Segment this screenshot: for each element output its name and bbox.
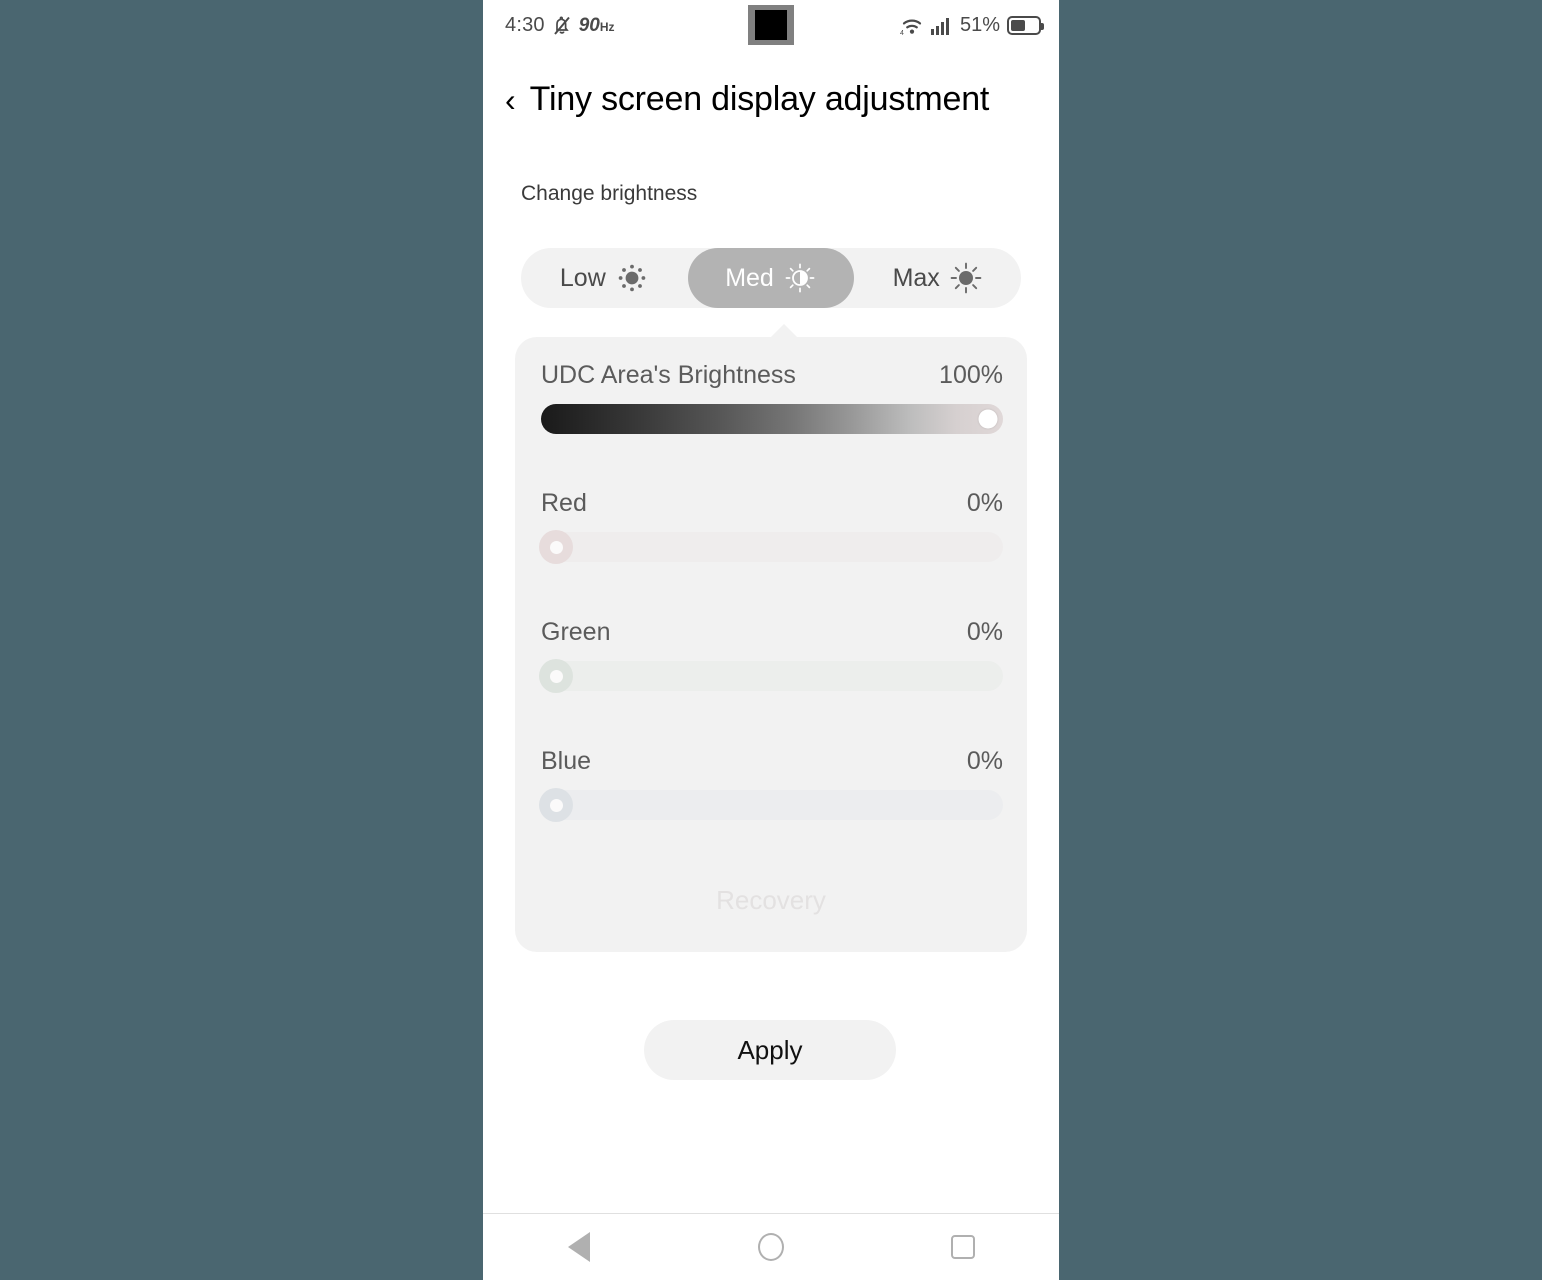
slider-header-green: Green 0% bbox=[541, 618, 1003, 647]
slider-header-red: Red 0% bbox=[541, 489, 1003, 518]
slider-value-red: 0% bbox=[966, 489, 1003, 517]
clock: 4:30 bbox=[505, 14, 545, 36]
battery-icon bbox=[1007, 16, 1044, 35]
desktop-background: 4:30 90Hz 4 51% ‹ Tiny screen display ad… bbox=[0, 0, 1542, 1280]
status-bar-right: 4 51% bbox=[900, 14, 1044, 37]
brightness-settings-card: UDC Area's Brightness 100% Red 0% Green bbox=[515, 324, 1027, 952]
recovery-button[interactable]: Recovery bbox=[515, 885, 1027, 916]
camera-lens bbox=[755, 10, 787, 40]
brightness-mode-segmented-control[interactable]: Low Med Max bbox=[521, 248, 1021, 308]
slider-thumb-red[interactable] bbox=[539, 530, 573, 564]
status-bar: 4:30 90Hz 4 51% bbox=[483, 0, 1059, 52]
slider-track-green[interactable] bbox=[539, 659, 1003, 693]
wifi-4g-icon: 4 bbox=[900, 16, 924, 37]
battery-fill bbox=[1011, 20, 1026, 31]
slider-label-green: Green bbox=[541, 618, 611, 646]
slider-row-red: Red 0% bbox=[539, 489, 1003, 564]
camera-notch bbox=[748, 5, 794, 45]
slider-label-blue: Blue bbox=[541, 747, 592, 775]
slider-value-green: 0% bbox=[966, 618, 1003, 646]
brightness-mode-max[interactable]: Max bbox=[854, 248, 1021, 308]
sun-low-icon bbox=[615, 261, 649, 295]
nav-home-circle-icon bbox=[758, 1233, 784, 1261]
slider-track-red[interactable] bbox=[539, 530, 1003, 564]
slider-thumb-green[interactable] bbox=[539, 659, 573, 693]
slider-label-red: Red bbox=[541, 489, 587, 517]
nav-back-button[interactable] bbox=[544, 1214, 614, 1280]
battery-percent-label: 51% bbox=[959, 14, 1000, 36]
slider-header-udc: UDC Area's Brightness 100% bbox=[541, 361, 1003, 390]
slider-value-blue: 0% bbox=[966, 747, 1003, 775]
card-notch-arrow bbox=[770, 324, 798, 338]
slider-label-udc: UDC Area's Brightness bbox=[541, 361, 796, 389]
bell-mute-icon bbox=[553, 15, 571, 36]
refresh-rate-indicator: 90Hz bbox=[578, 14, 615, 36]
brightness-mode-med-label: Med bbox=[725, 263, 774, 292]
slider-row-blue: Blue 0% bbox=[539, 747, 1003, 822]
slider-value-udc: 100% bbox=[939, 361, 1003, 389]
svg-text:4: 4 bbox=[900, 30, 904, 36]
brightness-mode-med[interactable]: Med bbox=[687, 248, 855, 308]
status-bar-left: 4:30 90Hz bbox=[505, 14, 615, 37]
nav-recents-square-icon bbox=[951, 1235, 975, 1259]
brightness-mode-max-label: Max bbox=[892, 263, 940, 292]
slider-thumb-red-center bbox=[549, 540, 563, 554]
slider-track-udc[interactable] bbox=[541, 404, 1003, 434]
title-bar: ‹ Tiny screen display adjustment bbox=[483, 80, 1059, 119]
apply-button[interactable]: Apply bbox=[644, 1020, 896, 1080]
slider-thumb-udc[interactable] bbox=[978, 409, 998, 429]
sun-half-icon bbox=[783, 261, 817, 295]
change-brightness-label: Change brightness bbox=[521, 182, 698, 205]
page-title: Tiny screen display adjustment bbox=[529, 80, 990, 118]
slider-header-blue: Blue 0% bbox=[541, 747, 1003, 776]
slider-row-green: Green 0% bbox=[539, 618, 1003, 693]
chevron-left-icon[interactable]: ‹ bbox=[505, 84, 516, 116]
nav-home-button[interactable] bbox=[736, 1214, 806, 1280]
navigation-bar-wrap bbox=[483, 1213, 1059, 1280]
nav-back-triangle-icon bbox=[568, 1232, 590, 1262]
brightness-mode-low[interactable]: Low bbox=[521, 248, 688, 308]
slider-row-udc: UDC Area's Brightness 100% bbox=[541, 361, 1003, 434]
navigation-bar bbox=[483, 1213, 1059, 1280]
sun-max-icon bbox=[949, 261, 983, 295]
signal-bars-icon bbox=[930, 17, 953, 35]
brightness-mode-low-label: Low bbox=[559, 263, 606, 292]
slider-track-blue[interactable] bbox=[539, 788, 1003, 822]
slider-thumb-green-center bbox=[549, 669, 563, 683]
nav-recents-button[interactable] bbox=[928, 1214, 998, 1280]
slider-thumb-blue[interactable] bbox=[539, 788, 573, 822]
slider-thumb-blue-center bbox=[549, 798, 563, 812]
